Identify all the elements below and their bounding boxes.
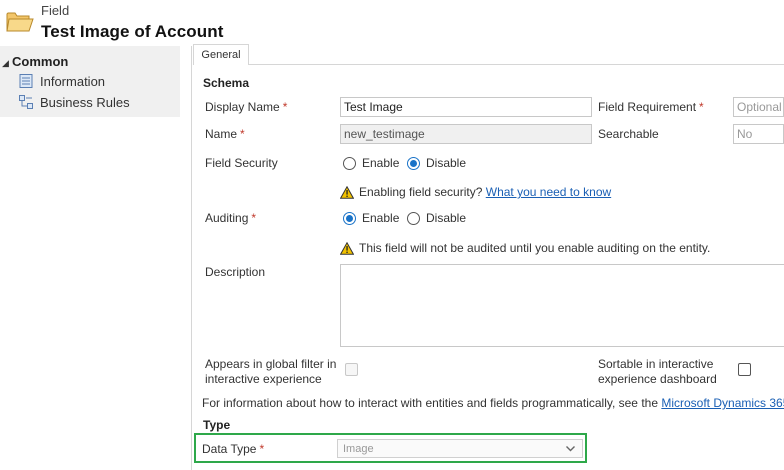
required-mark: * (259, 442, 265, 456)
field-requirement-label: Field Requirement * (598, 100, 704, 114)
data-type-select[interactable]: Image (337, 439, 583, 458)
what-you-need-to-know-link[interactable]: What you need to know (486, 185, 611, 199)
radio-dot (407, 211, 420, 225)
warning-triangle-icon (340, 185, 354, 199)
data-type-value: Image (343, 442, 374, 455)
auditing-disable-radio[interactable]: Disable (407, 211, 466, 225)
warning-triangle-icon (340, 241, 354, 255)
nav-item-label: Business Rules (40, 94, 130, 110)
left-nav: ◢ Common Information Business Rules (0, 46, 180, 117)
nav-item-label: Information (40, 73, 106, 89)
field-security-warning-text: Enabling field security? (359, 185, 483, 199)
tab-strip-line (249, 64, 784, 65)
sortable-checkbox[interactable] (738, 363, 751, 376)
radio-dot (343, 211, 356, 225)
searchable-label: Searchable (598, 127, 659, 141)
chevron-down-icon (565, 443, 576, 457)
collapse-triangle-icon: ◢ (2, 58, 9, 68)
nav-item-business-rules[interactable]: Business Rules (18, 93, 130, 111)
panel-divider (191, 46, 192, 470)
tab-general[interactable]: General (193, 44, 249, 65)
auditing-warning-text: This field will not be audited until you… (359, 241, 711, 255)
description-textarea[interactable] (340, 264, 784, 347)
nav-group-common[interactable]: ◢ Common (2, 54, 68, 69)
radio-label: Disable (426, 156, 467, 170)
global-filter-label: Appears in global filter in interactive e… (205, 357, 337, 386)
radio-label: Enable (362, 211, 400, 225)
radio-label: Enable (362, 156, 400, 170)
nav-item-information[interactable]: Information (18, 72, 105, 90)
field-security-enable-radio[interactable]: Enable (343, 156, 399, 170)
radio-dot (407, 156, 420, 170)
folder-icon (6, 8, 34, 34)
searchable-select[interactable]: No (733, 124, 784, 144)
section-type-heading: Type (203, 418, 231, 432)
field-requirement-select[interactable]: Optional (733, 97, 784, 117)
sortable-label: Sortable in interactive experience dashbo… (598, 357, 717, 386)
dynamics-sdk-link[interactable]: Microsoft Dynamics 365 SDK (661, 396, 784, 410)
required-mark: * (240, 127, 245, 141)
field-security-warning: Enabling field security? What you need t… (340, 185, 611, 199)
required-mark: * (251, 211, 257, 225)
display-name-label: Display Name * (205, 100, 288, 114)
name-input[interactable]: new_testimage (340, 124, 592, 144)
auditing-label: Auditing * (205, 211, 257, 225)
entity-type-label: Field (41, 3, 70, 18)
data-type-label: Data Type * (202, 442, 265, 456)
auditing-warning: This field will not be audited until you… (340, 241, 710, 255)
page-title: Test Image of Account (41, 22, 224, 41)
radio-label: Disable (426, 211, 467, 225)
field-security-disable-radio[interactable]: Disable (407, 156, 466, 170)
sdk-info-text: For information about how to interact wi… (202, 396, 784, 411)
required-mark: * (699, 100, 704, 114)
field-security-label: Field Security (205, 156, 278, 170)
name-label: Name * (205, 127, 245, 141)
radio-dot (343, 156, 356, 170)
required-mark: * (282, 100, 288, 114)
nav-group-label: Common (12, 54, 69, 69)
description-label: Description (205, 265, 266, 279)
rules-icon (18, 94, 34, 110)
global-filter-checkbox[interactable] (345, 363, 358, 376)
section-schema-heading: Schema (203, 76, 250, 90)
display-name-input[interactable]: Test Image (340, 97, 592, 117)
auditing-enable-radio[interactable]: Enable (343, 211, 399, 225)
form-icon (18, 73, 34, 89)
